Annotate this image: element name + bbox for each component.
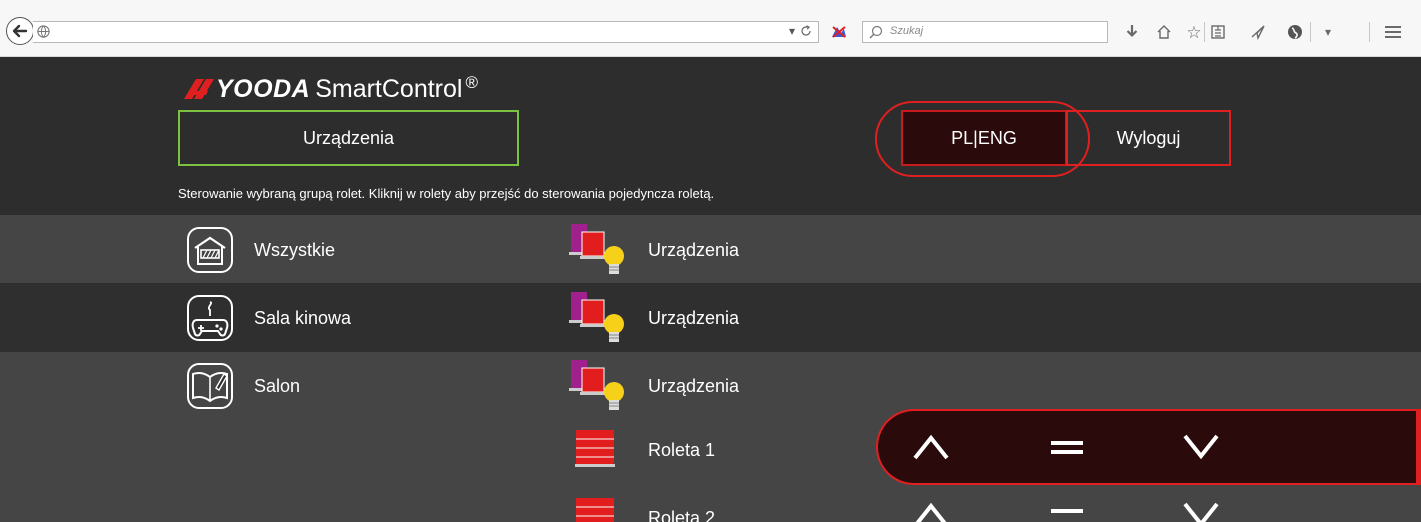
logout-button[interactable]: Wyloguj bbox=[1066, 110, 1231, 166]
logo-smartcontrol-text: SmartControl bbox=[315, 74, 463, 103]
chevron-down-icon bbox=[1183, 502, 1219, 522]
url-bar[interactable]: ▾ bbox=[33, 21, 819, 43]
blind-icon[interactable] bbox=[575, 496, 615, 522]
devices-button[interactable]: Urządzenia bbox=[178, 110, 519, 166]
back-arrow-icon bbox=[12, 24, 28, 38]
logo-yooda-text: YOODA bbox=[216, 74, 311, 103]
blind-label-2[interactable]: Roleta 2 bbox=[648, 508, 715, 522]
language-toggle-button[interactable]: PL|ENG bbox=[901, 110, 1067, 166]
blind-icon[interactable] bbox=[575, 428, 615, 468]
search-placeholder: Szukaj bbox=[890, 25, 924, 37]
search-icon bbox=[869, 25, 883, 39]
dropdown-history-icon[interactable]: ▾ bbox=[789, 24, 795, 38]
blind-up-button[interactable] bbox=[906, 425, 956, 469]
blind-2-up-button[interactable] bbox=[906, 500, 956, 522]
logo-registered-mark: ® bbox=[465, 73, 478, 92]
app-logo: YOODA SmartControl ® bbox=[184, 73, 478, 103]
bookmarks-menu-icon[interactable] bbox=[1208, 22, 1228, 42]
noscript-icon[interactable] bbox=[831, 25, 847, 39]
back-button[interactable] bbox=[6, 17, 34, 45]
room-label-cinema[interactable]: Sala kinowa bbox=[254, 308, 351, 329]
room-label-all[interactable]: Wszystkie bbox=[254, 240, 335, 261]
blind-control-bar bbox=[876, 409, 1421, 485]
blind-label-1[interactable]: Roleta 1 bbox=[648, 440, 715, 461]
device-label-salon[interactable]: Urządzenia bbox=[648, 376, 739, 397]
chevron-up-icon bbox=[913, 434, 949, 460]
devices-group-icon[interactable] bbox=[568, 358, 632, 414]
home-icon[interactable] bbox=[1154, 22, 1174, 42]
yooda-logo-mark-icon bbox=[184, 79, 214, 99]
device-label-cinema[interactable]: Urządzenia bbox=[648, 308, 739, 329]
equals-stop-icon bbox=[1051, 441, 1083, 454]
blind-stop-button[interactable] bbox=[1042, 425, 1092, 469]
control-bar-edge bbox=[1416, 409, 1421, 485]
addon-globe-icon[interactable] bbox=[1285, 22, 1305, 42]
hint-text: Sterowanie wybraną grupą rolet. Kliknij … bbox=[178, 186, 715, 201]
globe-icon bbox=[37, 25, 50, 38]
devices-group-icon[interactable] bbox=[568, 222, 632, 278]
house-icon[interactable] bbox=[186, 226, 234, 274]
browser-toolbar: ▾ Szukaj ☆ ▾ bbox=[0, 0, 1421, 57]
room-label-salon[interactable]: Salon bbox=[254, 376, 300, 397]
hamburger-menu-icon[interactable] bbox=[1383, 22, 1403, 42]
gamepad-icon[interactable] bbox=[186, 294, 234, 342]
chevron-down-icon bbox=[1183, 434, 1219, 460]
chevron-up-icon bbox=[915, 502, 947, 522]
download-icon[interactable] bbox=[1122, 22, 1142, 42]
bookmark-star-icon[interactable]: ☆ bbox=[1184, 22, 1204, 42]
pocket-send-icon[interactable] bbox=[1248, 22, 1268, 42]
equals-stop-icon bbox=[1051, 509, 1083, 513]
book-icon[interactable] bbox=[186, 362, 234, 410]
addon-dropdown-icon[interactable]: ▾ bbox=[1318, 22, 1338, 42]
device-label-all[interactable]: Urządzenia bbox=[648, 240, 739, 261]
blind-2-stop-button[interactable] bbox=[1042, 500, 1092, 522]
search-bar[interactable]: Szukaj bbox=[862, 21, 1108, 43]
devices-group-icon[interactable] bbox=[568, 290, 632, 346]
reload-icon[interactable] bbox=[800, 25, 812, 37]
blind-2-down-button[interactable] bbox=[1176, 500, 1226, 522]
blind-down-button[interactable] bbox=[1176, 425, 1226, 469]
